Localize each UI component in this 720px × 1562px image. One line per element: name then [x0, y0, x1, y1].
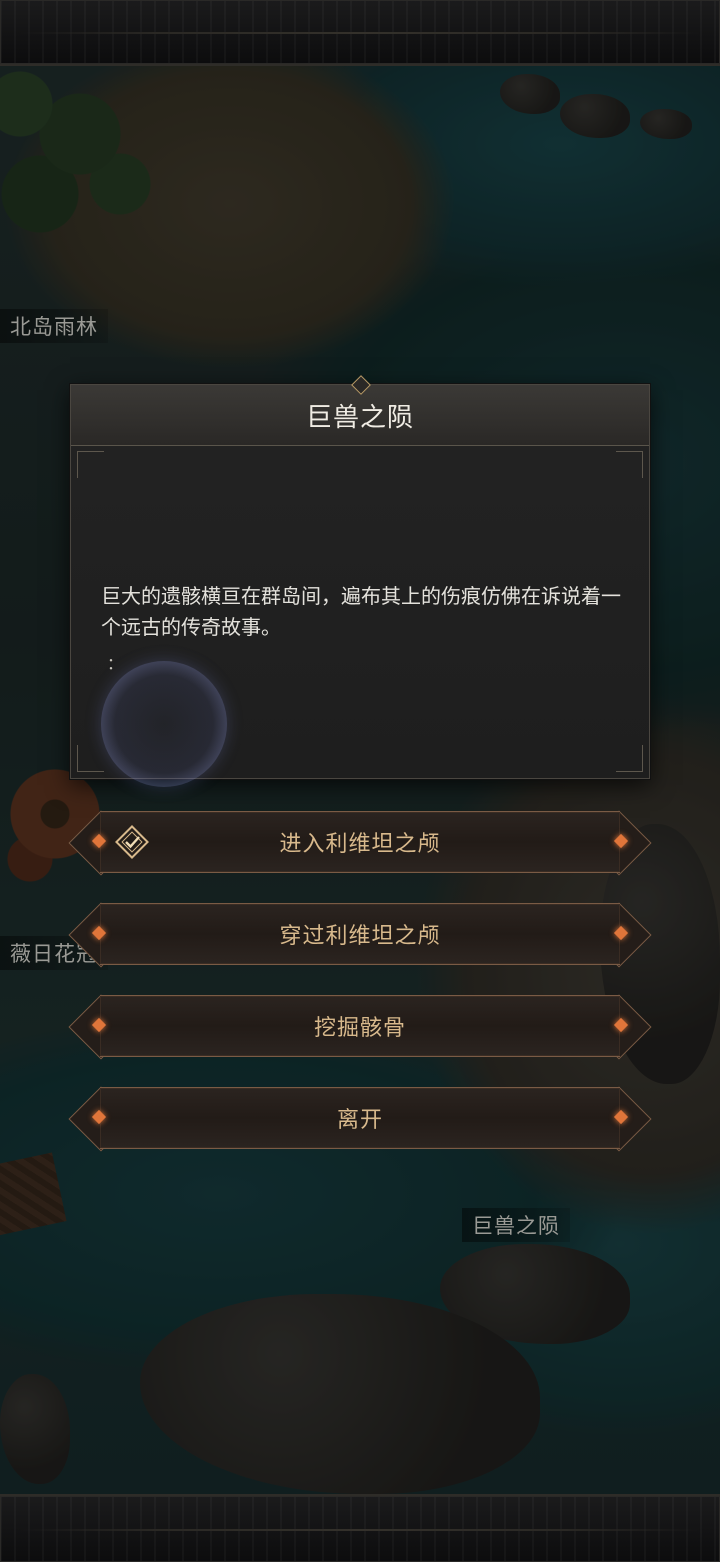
wooden-dock [0, 1152, 67, 1236]
corner-ornament [616, 451, 643, 478]
dialog-title: 巨兽之陨 [305, 402, 414, 433]
option-label: 离开 [336, 1108, 383, 1133]
option-label: 穿过利维坦之颅 [279, 924, 441, 949]
check-diamond-icon [115, 825, 149, 859]
dialog-description: 巨大的遗骸横亘在群岛间，遍布其上的伤痕仿佛在诉说着一个远古的传奇故事。 [101, 584, 621, 639]
world-map [0, 64, 720, 1494]
map-label-beast-fall[interactable]: 巨兽之陨 [462, 1208, 570, 1242]
option-dig-bones[interactable]: 挖掘骸骨 [78, 995, 642, 1057]
option-enter-leviathan-skull[interactable]: 进入利维坦之颅 [78, 811, 642, 873]
magic-bubble-effect [101, 661, 227, 787]
bottom-frame-bar [0, 1494, 720, 1562]
coast-rock [560, 94, 630, 138]
island-rock [440, 1244, 630, 1344]
map-label-north-rainforest[interactable]: 北岛雨林 [0, 309, 108, 343]
dialog-indicator: ： [107, 654, 124, 673]
option-leave[interactable]: 离开 [78, 1087, 642, 1149]
coast-rock [500, 74, 560, 114]
top-frame-bar [0, 0, 720, 66]
corner-ornament [77, 451, 104, 478]
coast-rock [640, 109, 692, 139]
option-label: 进入利维坦之颅 [279, 832, 441, 857]
option-pass-leviathan-skull[interactable]: 穿过利维坦之颅 [78, 903, 642, 965]
corner-ornament [616, 745, 643, 772]
island-rock [140, 1294, 540, 1494]
island-rock [0, 1374, 70, 1484]
corner-ornament [77, 745, 104, 772]
event-dialog: 巨兽之陨 巨大的遗骸横亘在群岛间，遍布其上的伤痕仿佛在诉说着一个远古的传奇故事。… [70, 375, 650, 787]
rainforest-trees [0, 64, 160, 264]
option-label: 挖掘骸骨 [313, 1016, 406, 1041]
